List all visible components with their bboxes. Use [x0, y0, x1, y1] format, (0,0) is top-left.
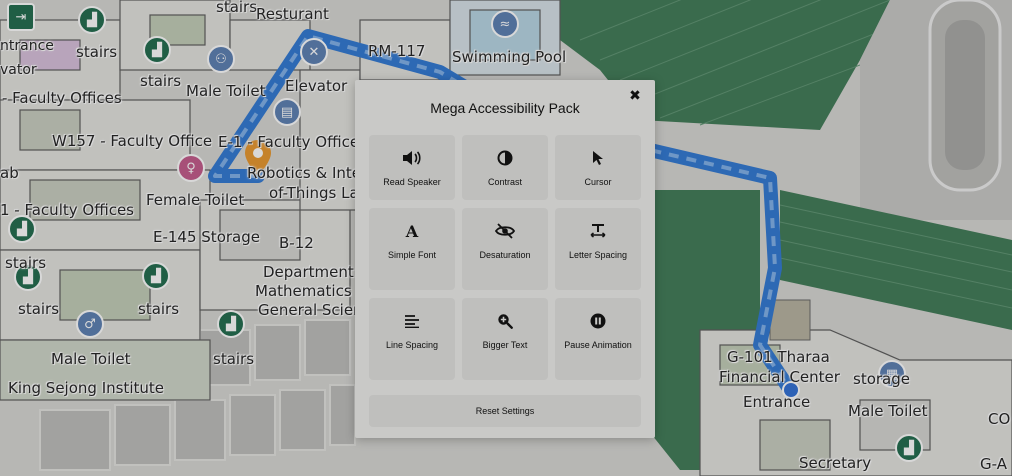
line-spacing-icon — [402, 311, 422, 331]
line-spacing-button[interactable]: Line Spacing — [369, 298, 455, 380]
stairs-icon[interactable]: ▟ — [895, 434, 923, 462]
read-speaker-button[interactable]: Read Speaker — [369, 135, 455, 200]
map-label: Mathematics a — [255, 282, 366, 300]
map-label: E-1 - Faculty Offices — [218, 133, 367, 151]
map-label: stairs — [18, 300, 60, 318]
pause-animation-button[interactable]: Pause Animation — [555, 298, 641, 380]
female-toilet-icon[interactable]: ♀ — [177, 154, 205, 182]
stairs-icon[interactable]: ▟ — [142, 262, 170, 290]
map-label: RM-117 — [368, 42, 426, 60]
tile-label: Desaturation — [479, 250, 531, 260]
tile-label: Letter Spacing — [568, 250, 628, 260]
map-label: Secretary — [799, 454, 872, 472]
map-label: Entrance — [743, 393, 811, 411]
map-label: of-Things Lab — [269, 184, 369, 202]
restroom-icon[interactable]: ⚇ — [207, 45, 235, 73]
map-label: Elevator — [285, 77, 348, 95]
letter-spacing-icon — [588, 221, 608, 241]
map-label: Department — [263, 263, 354, 281]
tile-label: Simple Font — [387, 250, 437, 260]
restaurant-icon[interactable]: ✕ — [300, 38, 328, 66]
elevator-icon[interactable]: ▤ — [273, 98, 301, 126]
map-label: CO — [988, 410, 1011, 428]
desaturation-button[interactable]: Desaturation — [462, 208, 548, 290]
tile-label: Bigger Text — [482, 340, 528, 350]
tile-label: Cursor — [584, 177, 612, 187]
letter-spacing-button[interactable]: Letter Spacing — [555, 208, 641, 290]
tile-label: Line Spacing — [385, 340, 439, 350]
map-label: 1 - Faculty Offices — [0, 201, 134, 219]
swimming-icon[interactable]: ≈ — [491, 10, 519, 38]
speaker-icon — [402, 148, 422, 168]
map-label: ntrance — [0, 38, 54, 54]
map-label: G-101 Tharaa — [727, 348, 830, 366]
map-label: stairs — [213, 350, 255, 368]
map-label: Swimming Pool — [452, 48, 567, 66]
contrast-button[interactable]: Contrast — [462, 135, 548, 200]
map-label: stairs — [76, 43, 118, 61]
stairs-icon[interactable]: ▟ — [143, 36, 171, 64]
map-label: vator — [0, 62, 37, 78]
contrast-icon — [495, 148, 515, 168]
map-label: ab — [0, 164, 19, 182]
bigger-text-button[interactable]: Bigger Text — [462, 298, 548, 380]
tile-label: Contrast — [487, 177, 522, 187]
map-label: General Scien — [258, 301, 363, 319]
cursor-button[interactable]: Cursor — [555, 135, 641, 200]
reset-settings-button[interactable]: Reset Settings — [369, 395, 641, 427]
close-button[interactable]: ✖ — [627, 88, 643, 104]
map-label: King Sejong Institute — [8, 379, 164, 397]
map-label: Female Toilet — [146, 191, 245, 209]
zoom-in-icon — [495, 311, 515, 331]
panel-title: Mega Accessibility Pack — [430, 100, 580, 116]
stairs-icon[interactable]: ▟ — [217, 310, 245, 338]
simple-font-button[interactable]: A Simple Font — [369, 208, 455, 290]
accessibility-panel: Mega Accessibility Pack ✖ Read Speaker C… — [355, 80, 655, 438]
map-label: Male Toilet — [51, 350, 131, 368]
map-label: Robotics & Inter — [247, 164, 368, 182]
tile-label: Pause Animation — [564, 340, 632, 350]
map-label: Resturant — [256, 5, 329, 23]
font-icon: A — [405, 221, 419, 241]
male-toilet-icon[interactable]: ♂ — [76, 310, 104, 338]
map-label: W157 - Faculty Office — [52, 132, 213, 150]
desaturation-icon — [495, 221, 515, 241]
map-label: Male Toilet — [848, 402, 928, 420]
map-label: E-145 Storage — [153, 228, 260, 246]
pause-icon — [588, 311, 608, 331]
map-label: storage — [853, 370, 910, 388]
cursor-icon — [588, 148, 608, 168]
map-label: stairs — [5, 254, 47, 272]
map-label: - Faculty Offices — [2, 89, 122, 107]
map-label: stairs — [216, 0, 258, 16]
map-label: stairs — [138, 300, 180, 318]
map-label: Financial Center — [719, 368, 840, 386]
map-label: Male Toilet — [186, 82, 266, 100]
stairs-icon[interactable]: ▟ — [78, 6, 106, 34]
map-label: stairs — [140, 72, 182, 90]
map-label: G-A — [980, 455, 1007, 473]
exit-icon[interactable]: ⇥ — [7, 3, 35, 31]
map-label: B-12 — [279, 234, 314, 252]
tile-label: Read Speaker — [383, 177, 441, 187]
stairs-icon[interactable]: ▟ — [8, 215, 36, 243]
